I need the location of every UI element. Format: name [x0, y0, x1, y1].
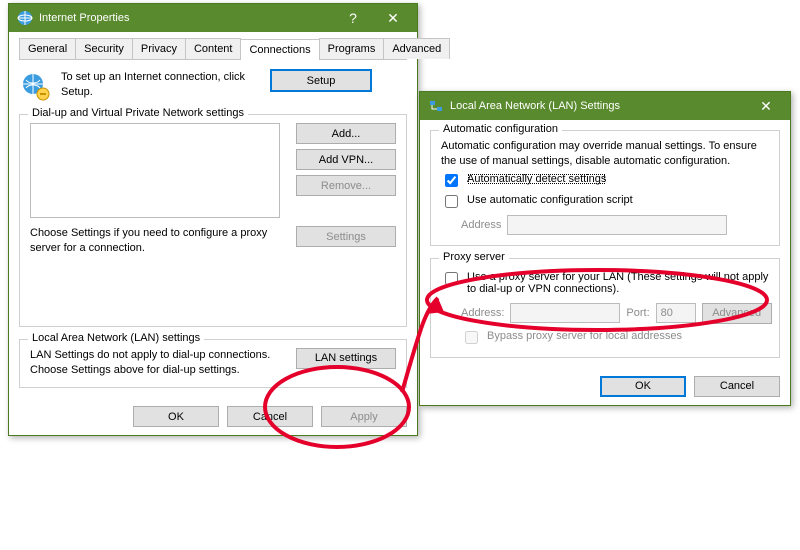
- auto-config-text: Automatic configuration may override man…: [441, 139, 769, 169]
- use-proxy-label[interactable]: Use a proxy server for your LAN (These s…: [467, 271, 769, 295]
- dialog-title: Internet Properties: [39, 12, 130, 24]
- add-button[interactable]: Add...: [296, 123, 396, 144]
- titlebar[interactable]: Internet Properties ? ✕: [9, 4, 417, 32]
- connections-listbox[interactable]: [30, 123, 280, 218]
- close-button[interactable]: ✕: [746, 92, 786, 120]
- dialog-footer: OK Cancel Apply: [9, 398, 417, 435]
- auto-config-group: Automatic configuration Automatic config…: [430, 130, 780, 246]
- tab-programs[interactable]: Programs: [319, 38, 385, 59]
- remove-button: Remove...: [296, 175, 396, 196]
- auto-config-legend: Automatic configuration: [439, 123, 562, 135]
- lan-group: Local Area Network (LAN) settings LAN Se…: [19, 339, 407, 389]
- tab-general[interactable]: General: [19, 38, 76, 59]
- tab-strip: General Security Privacy Content Connect…: [19, 38, 407, 60]
- help-button[interactable]: ?: [333, 4, 373, 32]
- choose-settings-text: Choose Settings if you need to configure…: [30, 226, 280, 256]
- dialup-legend: Dial-up and Virtual Private Network sett…: [28, 107, 248, 119]
- lan-legend: Local Area Network (LAN) settings: [28, 332, 204, 344]
- use-proxy-checkbox[interactable]: [445, 272, 458, 285]
- tab-content[interactable]: Content: [185, 38, 242, 59]
- setup-text: To set up an Internet connection, click …: [61, 70, 261, 100]
- dialup-group: Dial-up and Virtual Private Network sett…: [19, 114, 407, 327]
- add-vpn-button[interactable]: Add VPN...: [296, 149, 396, 170]
- tab-security[interactable]: Security: [75, 38, 133, 59]
- lan-settings-button[interactable]: LAN settings: [296, 348, 396, 369]
- proxy-port-input: [656, 303, 696, 323]
- proxy-legend: Proxy server: [439, 251, 509, 263]
- proxy-advanced-button: Advanced: [702, 303, 772, 324]
- cancel-button[interactable]: Cancel: [694, 376, 780, 397]
- dialog-title: Local Area Network (LAN) Settings: [450, 100, 620, 112]
- bypass-local-checkbox: [465, 331, 478, 344]
- proxy-address-input: [510, 303, 620, 323]
- dialup-settings-button: Settings: [296, 226, 396, 247]
- tab-advanced[interactable]: Advanced: [383, 38, 450, 59]
- ok-button[interactable]: OK: [600, 376, 686, 397]
- tab-connections[interactable]: Connections: [240, 39, 319, 60]
- lan-text: LAN Settings do not apply to dial-up con…: [30, 348, 280, 378]
- network-icon: [428, 98, 444, 114]
- proxy-port-label: Port:: [626, 307, 649, 319]
- titlebar[interactable]: Local Area Network (LAN) Settings ✕: [420, 92, 790, 120]
- close-button[interactable]: ✕: [373, 4, 413, 32]
- internet-properties-dialog: Internet Properties ? ✕ General Security…: [8, 3, 418, 436]
- lan-settings-dialog: Local Area Network (LAN) Settings ✕ Auto…: [419, 91, 791, 406]
- ok-button[interactable]: OK: [133, 406, 219, 427]
- tab-privacy[interactable]: Privacy: [132, 38, 186, 59]
- auto-script-checkbox[interactable]: [445, 195, 458, 208]
- auto-detect-label[interactable]: Automatically detect settings: [467, 173, 606, 185]
- apply-button: Apply: [321, 406, 407, 427]
- proxy-address-label: Address:: [461, 307, 504, 319]
- cancel-button[interactable]: Cancel: [227, 406, 313, 427]
- dialog-footer: OK Cancel: [420, 368, 790, 405]
- script-address-input: [507, 215, 727, 235]
- script-address-label: Address: [461, 219, 501, 231]
- auto-script-label[interactable]: Use automatic configuration script: [467, 194, 633, 206]
- globe-icon: [19, 70, 51, 102]
- auto-detect-checkbox[interactable]: [445, 174, 458, 187]
- bypass-local-label: Bypass proxy server for local addresses: [487, 330, 682, 342]
- proxy-group: Proxy server Use a proxy server for your…: [430, 258, 780, 358]
- internet-icon: [17, 10, 33, 26]
- setup-button[interactable]: Setup: [271, 70, 371, 91]
